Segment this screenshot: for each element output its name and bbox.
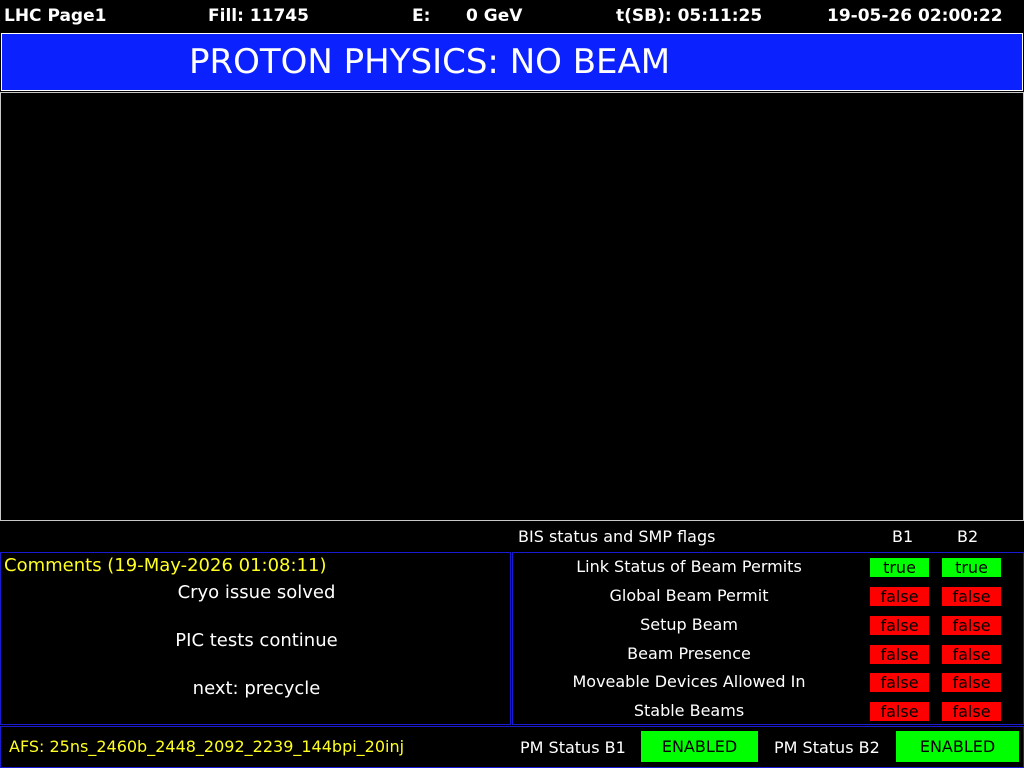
flag-label: Link Status of Beam Permits (576, 557, 802, 576)
bis-title: BIS status and SMP flags (518, 527, 716, 546)
flag-b2-value: false (942, 616, 1001, 635)
lhc-page1-screen: LHC Page1 Fill: 11745 E: 0 GeV t(SB): 05… (0, 0, 1024, 768)
flag-b2-value: false (942, 587, 1001, 606)
flag-b1-value: false (870, 587, 929, 606)
main-display-panel (0, 92, 1024, 521)
afs-filling-scheme: AFS: 25ns_2460b_2448_2092_2239_144bpi_20… (9, 737, 405, 756)
flag-row-beam-presence: Beam Presence false false (513, 642, 1024, 666)
page-title: LHC Page1 (4, 6, 107, 26)
comment-line: PIC tests continue (175, 630, 338, 651)
energy-value: 0 GeV (466, 6, 523, 26)
flag-label: Moveable Devices Allowed In (572, 672, 806, 691)
header-bar: LHC Page1 Fill: 11745 E: 0 GeV t(SB): 05… (0, 0, 1024, 32)
flag-b1-value: false (870, 673, 929, 692)
bis-col-b1: B1 (892, 527, 914, 546)
flag-row-stable-beams: Stable Beams false false (513, 699, 1024, 723)
flag-b2-value: false (942, 673, 1001, 692)
comments-panel: Comments (19-May-2026 01:08:11) Cryo iss… (0, 552, 511, 725)
pm-status-b1-label: PM Status B1 (520, 738, 626, 757)
comment-line: Cryo issue solved (177, 582, 336, 603)
machine-mode-text: PROTON PHYSICS: NO BEAM (189, 42, 671, 82)
flag-label: Beam Presence (627, 644, 751, 663)
footer-panel: AFS: 25ns_2460b_2448_2092_2239_144bpi_20… (0, 726, 1024, 768)
bis-col-b2: B2 (957, 527, 979, 546)
flag-row-moveable-devices: Moveable Devices Allowed In false false (513, 670, 1024, 694)
flag-b1-value: true (870, 558, 929, 577)
flag-label: Stable Beams (633, 701, 745, 720)
flag-b1-value: false (870, 702, 929, 721)
flag-b1-value: false (870, 645, 929, 664)
pm-status-b1-value: ENABLED (641, 731, 758, 762)
flag-b2-value: false (942, 702, 1001, 721)
stable-beams-time: t(SB): 05:11:25 (616, 6, 763, 26)
flag-row-link-status: Link Status of Beam Permits true true (513, 555, 1024, 579)
flag-b1-value: false (870, 616, 929, 635)
flag-b2-value: true (942, 558, 1001, 577)
machine-mode-banner: PROTON PHYSICS: NO BEAM (1, 33, 1023, 91)
bis-flags-panel: Link Status of Beam Permits true true Gl… (512, 552, 1024, 725)
comment-line: next: precycle (192, 678, 321, 699)
flag-row-global-beam-permit: Global Beam Permit false false (513, 584, 1024, 608)
pm-status-b2-value: ENABLED (896, 731, 1019, 762)
flag-b2-value: false (942, 645, 1001, 664)
comments-title: Comments (19-May-2026 01:08:11) (4, 555, 327, 576)
flag-label: Setup Beam (640, 615, 738, 634)
datetime: 19-05-26 02:00:22 (827, 6, 1003, 26)
flag-label: Global Beam Permit (609, 586, 769, 605)
fill-number: Fill: 11745 (208, 6, 309, 26)
pm-status-b2-label: PM Status B2 (774, 738, 880, 757)
flag-row-setup-beam: Setup Beam false false (513, 613, 1024, 637)
energy-label: E: (412, 6, 431, 26)
